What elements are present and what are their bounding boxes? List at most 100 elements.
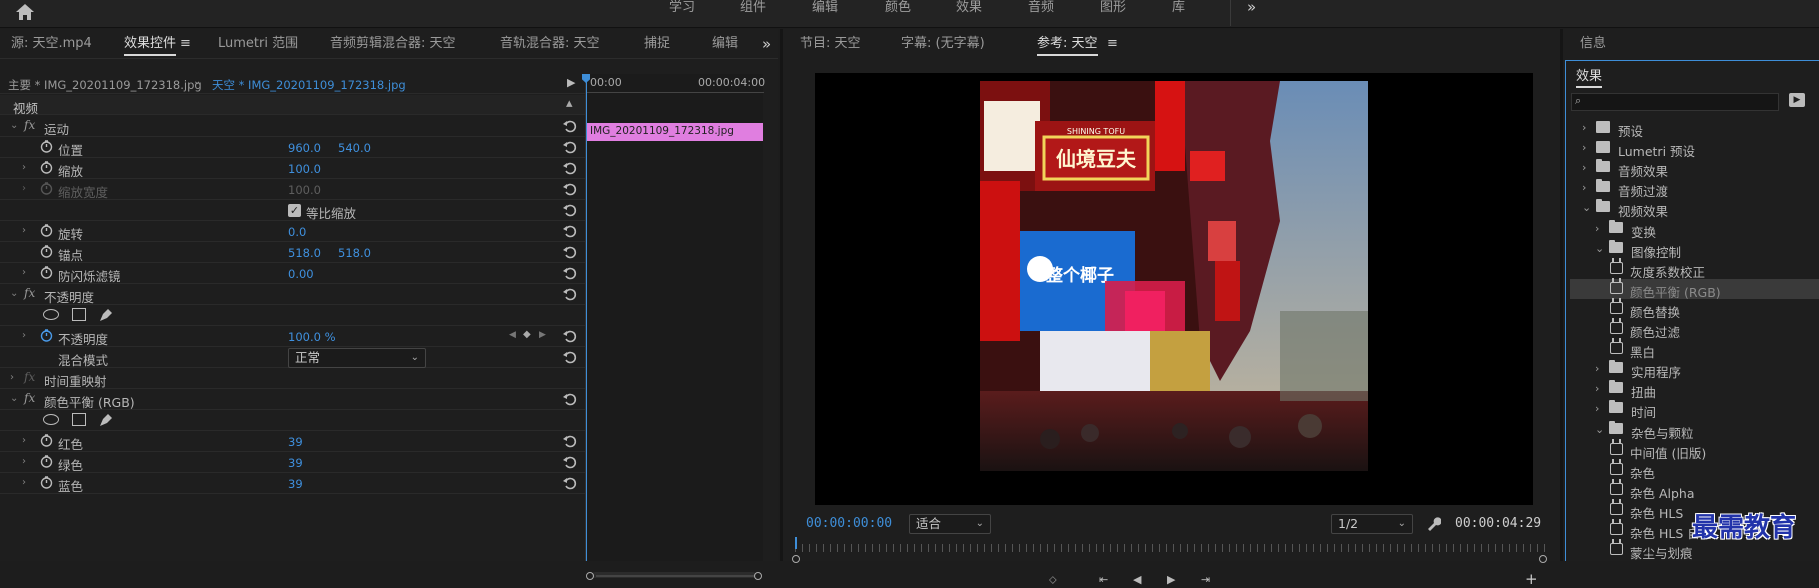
fx-badge-icon[interactable]: fx xyxy=(24,286,35,300)
position-y-value[interactable]: 540.0 xyxy=(338,141,371,155)
uniform-scale-row[interactable]: ✓ 等比缩放 xyxy=(0,200,585,221)
workspace-editing[interactable]: 编辑 xyxy=(812,0,838,18)
effects-tree-item[interactable]: › 变换 xyxy=(1570,219,1819,240)
effects-tree-item[interactable]: ⌄ 视频效果 xyxy=(1570,198,1819,219)
tab-lumetri-scopes[interactable]: Lumetri 范围 xyxy=(218,29,298,59)
reset-icon[interactable] xyxy=(562,118,578,134)
reset-icon[interactable] xyxy=(562,202,578,218)
effects-tree-item[interactable]: 颜色过滤 xyxy=(1570,318,1819,340)
chevron-right-icon[interactable]: › xyxy=(1595,362,1599,375)
stopwatch-icon[interactable] xyxy=(40,224,53,237)
stopwatch-icon[interactable] xyxy=(40,140,53,153)
tab-reference[interactable]: 参考: 天空 xyxy=(1037,29,1098,59)
anchor-x-value[interactable]: 518.0 xyxy=(288,246,321,260)
tab-capture[interactable]: 捕捉 xyxy=(644,29,670,59)
chevron-right-icon[interactable]: › xyxy=(22,225,26,236)
workspace-graphics[interactable]: 图形 xyxy=(1100,0,1126,18)
effects-tree-item[interactable]: 杂色 xyxy=(1570,458,1819,481)
stopwatch-icon[interactable] xyxy=(40,434,53,447)
rotation-value[interactable]: 0.0 xyxy=(288,225,306,239)
stopwatch-icon[interactable] xyxy=(40,266,53,279)
reset-icon[interactable] xyxy=(562,349,578,365)
workspace-learn[interactable]: 学习 xyxy=(669,0,695,18)
scrub-start-handle-icon[interactable] xyxy=(792,555,800,563)
reset-icon[interactable] xyxy=(562,244,578,260)
workspace-assembly[interactable]: 组件 xyxy=(740,0,766,18)
video-frame[interactable]: SHINING TOFU 仙境豆夫 整个椰子 xyxy=(815,73,1533,505)
opacity-group[interactable]: ⌄ fx 不透明度 xyxy=(0,284,585,305)
chevron-down-icon[interactable]: ⌄ xyxy=(1595,242,1604,255)
blend-mode-row[interactable]: 混合模式 正常 ⌄ xyxy=(0,347,585,368)
time-remap-group[interactable]: › fx 时间重映射 xyxy=(0,368,585,389)
stopwatch-icon[interactable] xyxy=(40,245,53,258)
effects-tree-item[interactable]: ⌄ 图像控制 xyxy=(1570,239,1819,260)
accelerated-effects-icon[interactable]: ▶ xyxy=(1789,93,1805,107)
workspace-color[interactable]: 颜色 xyxy=(885,0,911,18)
reset-icon[interactable] xyxy=(562,181,578,197)
step-forward-icon[interactable]: ⇥ xyxy=(1201,573,1210,586)
effects-tree-item[interactable]: › 扭曲 xyxy=(1570,379,1819,400)
tab-program[interactable]: 节目: 天空 xyxy=(800,29,861,59)
tab-source[interactable]: 源: 天空.mp4 xyxy=(11,29,92,59)
chevron-right-icon[interactable]: › xyxy=(1582,161,1586,174)
motion-group[interactable]: ⌄ fx 运动 xyxy=(0,116,585,137)
add-keyframe-icon[interactable]: ◆ xyxy=(523,329,531,340)
tab-effects[interactable]: 效果 xyxy=(1576,63,1603,91)
resolution-select[interactable]: 1/2 ⌄ xyxy=(1331,514,1413,534)
chevron-right-icon[interactable]: › xyxy=(22,435,26,446)
chevron-right-icon[interactable]: › xyxy=(22,456,26,467)
chevron-right-icon[interactable]: › xyxy=(22,267,26,278)
blue-value[interactable]: 39 xyxy=(288,477,303,491)
workspace-libraries[interactable]: 库 xyxy=(1172,0,1185,18)
chevron-right-icon[interactable]: › xyxy=(1595,402,1599,415)
effects-search-input[interactable]: ⌕ xyxy=(1571,93,1779,111)
opacity-row[interactable]: › 不透明度 100.0 % ◀ ◆ ▶ xyxy=(0,326,585,347)
chevron-right-icon[interactable]: › xyxy=(10,372,14,383)
playhead[interactable] xyxy=(795,537,797,549)
effects-tree-item[interactable]: ⌄ 杂色与颗粒 xyxy=(1570,420,1819,441)
sequence-clip-label[interactable]: 天空 * IMG_20201109_172318.jpg xyxy=(212,77,406,93)
marker-icon[interactable]: ⬦ xyxy=(1049,573,1057,587)
chevron-down-icon[interactable]: ⌄ xyxy=(10,288,18,299)
blend-mode-select[interactable]: 正常 ⌄ xyxy=(288,348,426,368)
chevron-right-icon[interactable]: › xyxy=(22,477,26,488)
fit-select[interactable]: 适合 ⌄ xyxy=(909,514,991,534)
home-icon[interactable] xyxy=(14,2,36,22)
chevron-right-icon[interactable]: › xyxy=(1582,121,1586,134)
ellipse-mask-icon[interactable] xyxy=(43,309,59,320)
panel-menu-icon[interactable]: ≡ xyxy=(180,29,191,59)
effects-tree-item[interactable]: 颜色平衡 (RGB) xyxy=(1570,277,1819,300)
stopwatch-icon[interactable] xyxy=(40,329,53,342)
effects-tree-item[interactable]: 灰度系数校正 xyxy=(1570,257,1819,280)
reset-icon[interactable] xyxy=(562,328,578,344)
rotation-row[interactable]: › 旋转 0.0 xyxy=(0,221,585,242)
pen-mask-icon[interactable] xyxy=(98,307,114,323)
chevron-right-icon[interactable]: › xyxy=(22,162,26,173)
effects-tree-item[interactable]: › 音频过渡 xyxy=(1570,178,1819,199)
master-clip-label[interactable]: 主要 * IMG_20201109_172318.jpg xyxy=(8,77,202,93)
more-workspaces-icon[interactable]: » xyxy=(1247,0,1256,17)
reset-icon[interactable] xyxy=(562,454,578,470)
red-row[interactable]: › 红色 39 xyxy=(0,431,585,452)
fx-badge-icon[interactable]: fx xyxy=(24,391,35,405)
wrench-icon[interactable] xyxy=(1426,516,1441,531)
playhead[interactable] xyxy=(586,74,587,561)
zoom-bar[interactable] xyxy=(584,572,770,580)
position-row[interactable]: 位置 960.0 540.0 xyxy=(0,137,585,158)
tab-edit[interactable]: 编辑 xyxy=(712,29,738,59)
position-x-value[interactable]: 960.0 xyxy=(288,141,321,155)
playback-scrubber[interactable] xyxy=(792,537,1547,563)
flicker-value[interactable]: 0.00 xyxy=(288,267,314,281)
green-value[interactable]: 39 xyxy=(288,456,303,470)
reset-icon[interactable] xyxy=(562,139,578,155)
reset-icon[interactable] xyxy=(562,223,578,239)
reset-icon[interactable] xyxy=(562,391,578,407)
rectangle-mask-icon[interactable] xyxy=(72,413,86,426)
tab-audio-clip-mixer[interactable]: 音频剪辑混合器: 天空 xyxy=(330,29,456,59)
chevron-down-icon[interactable]: ⌄ xyxy=(10,120,18,131)
clip-bar[interactable]: IMG_20201109_172318.jpg xyxy=(587,123,763,141)
stopwatch-icon[interactable] xyxy=(40,455,53,468)
rectangle-mask-icon[interactable] xyxy=(72,308,86,321)
effects-tree-item[interactable]: 黑白 xyxy=(1570,338,1819,360)
chevron-down-icon[interactable]: ⌄ xyxy=(1582,201,1591,214)
